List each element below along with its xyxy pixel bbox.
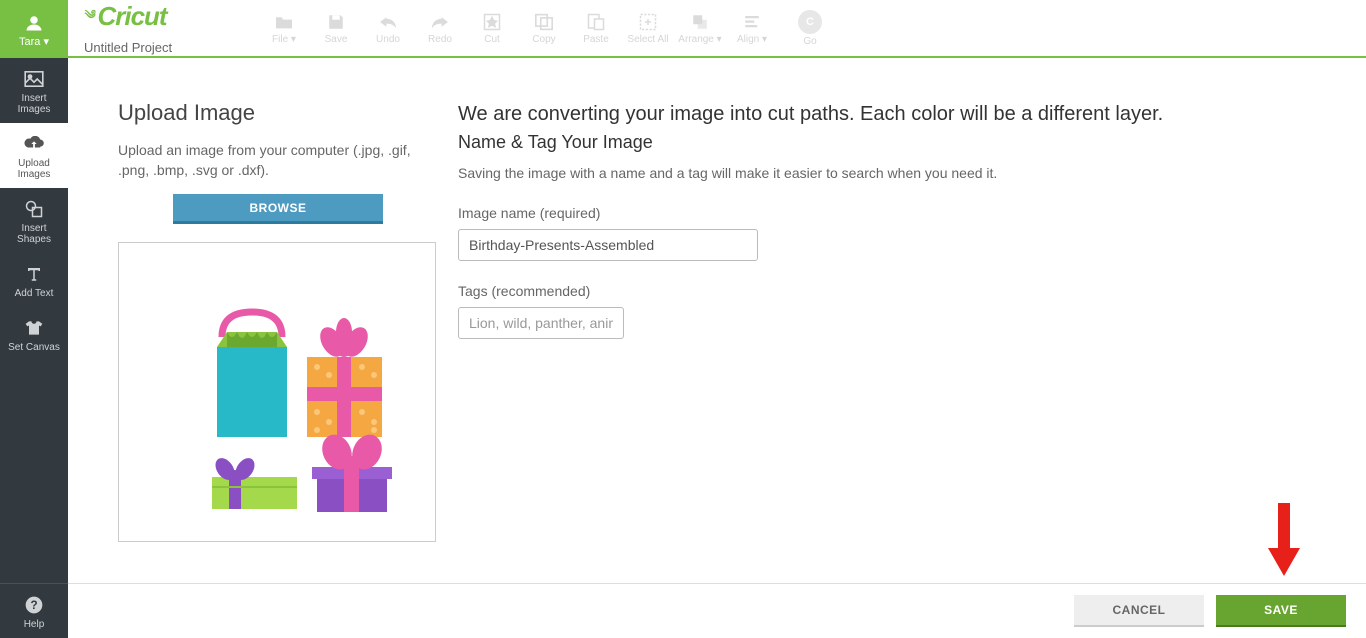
svg-text:?: ? bbox=[30, 599, 37, 612]
sidebar-upload-images[interactable]: Upload Images bbox=[0, 123, 68, 188]
tool-go[interactable]: CGo bbox=[784, 10, 836, 47]
sidebar-label: Help bbox=[24, 619, 45, 630]
tool-file[interactable]: File ▾ bbox=[258, 12, 310, 45]
name-tag-heading: Name & Tag Your Image bbox=[458, 132, 1316, 153]
text-icon bbox=[23, 263, 45, 285]
tool-select-all[interactable]: Select All bbox=[622, 12, 674, 45]
form-panel: We are converting your image into cut pa… bbox=[458, 100, 1316, 542]
image-icon bbox=[23, 68, 45, 90]
arrange-icon bbox=[688, 12, 712, 32]
left-sidebar: Tara ▾ Insert Images Upload Images Inser… bbox=[0, 0, 68, 638]
tool-redo[interactable]: Redo bbox=[414, 12, 466, 45]
sidebar-label: Set Canvas bbox=[8, 342, 60, 353]
sidebar-label: Insert Images bbox=[18, 93, 51, 115]
profile-label: Tara ▾ bbox=[19, 37, 49, 48]
tool-copy[interactable]: Copy bbox=[518, 12, 570, 45]
upload-instructions: Upload an image from your computer (.jpg… bbox=[118, 140, 438, 180]
browse-button[interactable]: BROWSE bbox=[173, 194, 383, 224]
align-icon bbox=[740, 12, 764, 32]
form-hint: Saving the image with a name and a tag w… bbox=[458, 165, 1316, 181]
convert-heading: We are converting your image into cut pa… bbox=[458, 100, 1316, 128]
sidebar-label: Add Text bbox=[15, 288, 54, 299]
footer-bar: CANCEL SAVE bbox=[68, 583, 1366, 638]
save-button[interactable]: SAVE bbox=[1216, 595, 1346, 627]
sidebar-label: Upload Images bbox=[18, 158, 51, 180]
undo-icon bbox=[376, 12, 400, 32]
sidebar-help[interactable]: ? Help bbox=[0, 583, 68, 638]
tool-cut[interactable]: Cut bbox=[466, 12, 518, 45]
sidebar-add-text[interactable]: Add Text bbox=[0, 253, 68, 307]
shapes-icon bbox=[23, 198, 45, 220]
user-icon bbox=[23, 12, 45, 34]
top-header: ༄Cricut Untitled Project File ▾ Save Und… bbox=[68, 0, 1366, 58]
tags-input[interactable] bbox=[458, 307, 624, 339]
brand-logo: ༄Cricut bbox=[84, 1, 258, 42]
main-content: Upload Image Upload an image from your c… bbox=[68, 60, 1366, 583]
tool-align[interactable]: Align ▾ bbox=[726, 12, 778, 45]
cut-star-icon bbox=[480, 12, 504, 32]
tool-save[interactable]: Save bbox=[310, 12, 362, 45]
sidebar-label: Insert Shapes bbox=[17, 223, 51, 245]
project-title: Untitled Project bbox=[84, 40, 258, 55]
select-all-icon bbox=[636, 12, 660, 32]
paste-icon bbox=[584, 12, 608, 32]
save-icon bbox=[324, 12, 348, 32]
sidebar-set-canvas[interactable]: Set Canvas bbox=[0, 307, 68, 361]
tool-arrange[interactable]: Arrange ▾ bbox=[674, 12, 726, 45]
cancel-button[interactable]: CANCEL bbox=[1074, 595, 1204, 627]
profile-menu[interactable]: Tara ▾ bbox=[0, 0, 68, 58]
upload-heading: Upload Image bbox=[118, 100, 438, 126]
sidebar-insert-images[interactable]: Insert Images bbox=[0, 58, 68, 123]
folder-icon bbox=[272, 12, 296, 32]
tshirt-icon bbox=[23, 317, 45, 339]
image-name-input[interactable] bbox=[458, 229, 758, 261]
redo-icon bbox=[428, 12, 452, 32]
cloud-upload-icon bbox=[23, 133, 45, 155]
upload-panel: Upload Image Upload an image from your c… bbox=[118, 100, 438, 542]
tool-paste[interactable]: Paste bbox=[570, 12, 622, 45]
go-badge-icon: C bbox=[798, 10, 822, 34]
tags-label: Tags (recommended) bbox=[458, 283, 1316, 299]
copy-icon bbox=[532, 12, 556, 32]
help-icon: ? bbox=[23, 594, 45, 616]
tool-undo[interactable]: Undo bbox=[362, 12, 414, 45]
sidebar-insert-shapes[interactable]: Insert Shapes bbox=[0, 188, 68, 253]
image-preview bbox=[118, 242, 436, 542]
toolbar: File ▾ Save Undo Redo Cut Copy Paste Sel… bbox=[258, 10, 836, 47]
name-label: Image name (required) bbox=[458, 205, 1316, 221]
